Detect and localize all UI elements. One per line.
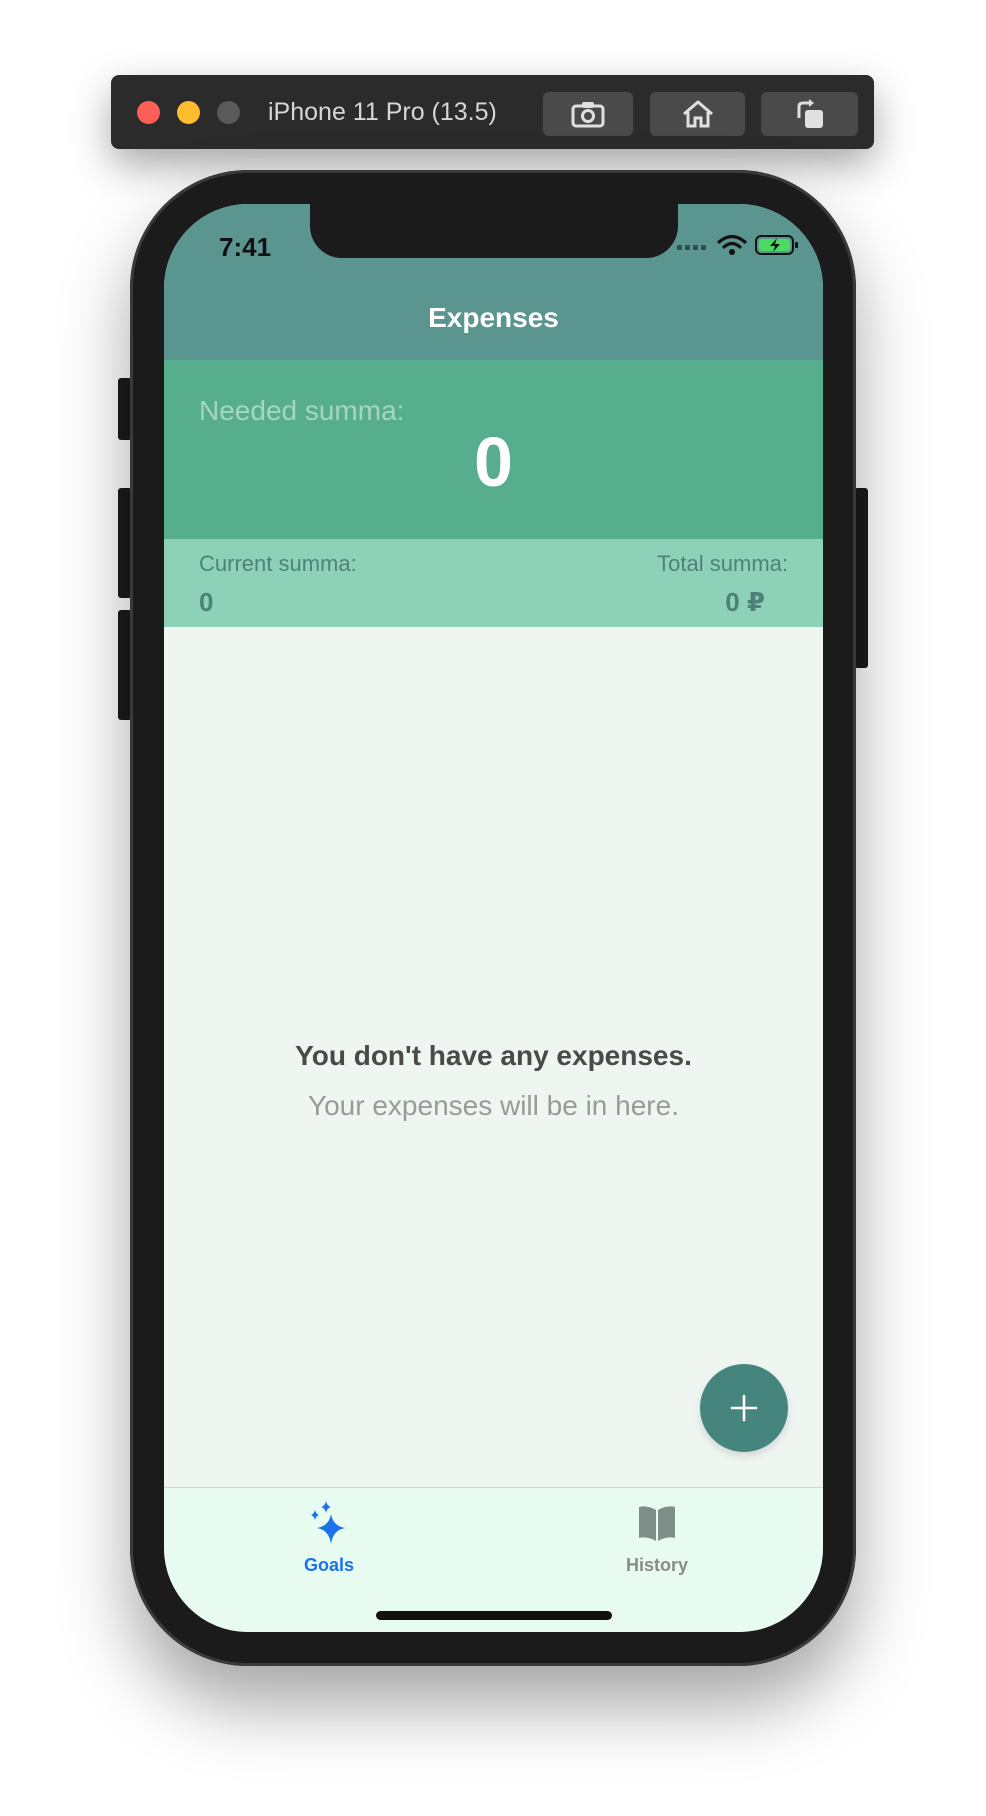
home-indicator	[376, 1611, 612, 1620]
rotate-icon	[797, 99, 823, 128]
rotate-button[interactable]	[761, 92, 858, 136]
empty-state-subtitle: Your expenses will be in here.	[308, 1090, 679, 1121]
app-screen: 7:41 Expenses Needed summa: 0 Current su…	[164, 204, 823, 1632]
simulator-title-bar: iPhone 11 Pro (13.5)	[111, 75, 874, 149]
minimize-window-button[interactable]	[177, 101, 200, 124]
notch	[310, 204, 678, 258]
zoom-window-button[interactable]	[217, 101, 240, 124]
needed-summa-panel: Needed summa: 0	[164, 360, 823, 539]
total-summa-value: 0 ₽	[725, 587, 765, 617]
total-summa-label: Total summa:	[657, 551, 788, 576]
current-summa-value: 0	[199, 587, 214, 617]
add-expense-button[interactable]	[700, 1364, 788, 1452]
page-title: Expenses	[428, 302, 559, 333]
summary-panel: Current summa: 0 Total summa: 0 ₽	[164, 539, 823, 627]
tab-history-label: History	[625, 1555, 688, 1575]
tab-goals-label: Goals	[303, 1555, 355, 1575]
cellular-signal-icon	[677, 245, 706, 250]
plus-icon	[730, 1394, 758, 1422]
battery-icon	[755, 235, 798, 255]
home-icon	[682, 100, 713, 128]
empty-state-title: You don't have any expenses.	[295, 1040, 692, 1071]
sparkles-icon	[311, 1501, 345, 1544]
status-time: 7:41	[219, 232, 272, 262]
screenshot-icon	[571, 102, 605, 128]
current-summa-label: Current summa:	[199, 551, 357, 576]
home-button[interactable]	[650, 92, 745, 136]
screenshot-button[interactable]	[543, 92, 633, 136]
simulator-title: iPhone 11 Pro (13.5)	[268, 98, 497, 126]
close-window-button[interactable]	[137, 101, 160, 124]
book-icon	[639, 1506, 675, 1541]
needed-summa-value: 0	[474, 423, 513, 501]
tab-goals[interactable]: Goals	[249, 1500, 409, 1577]
tab-history[interactable]: History	[577, 1500, 737, 1577]
status-icons	[677, 234, 799, 256]
wifi-icon	[717, 234, 747, 255]
power-button	[854, 488, 868, 668]
